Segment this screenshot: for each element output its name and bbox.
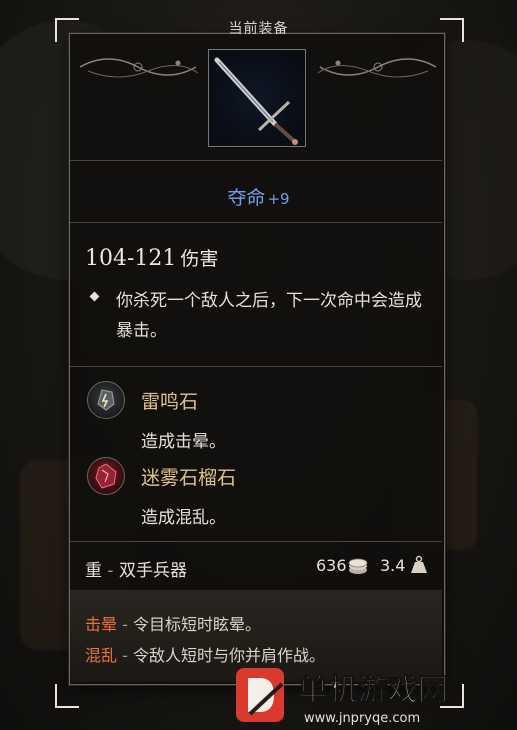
- item-weight: 3.4: [380, 556, 406, 575]
- item-name: 夺命 +9: [0, 183, 517, 210]
- thunder-stone-icon[interactable]: [87, 381, 125, 419]
- damage-range: 104-121: [85, 246, 177, 271]
- svg-text:www.jnpryqe.com: www.jnpryqe.com: [304, 711, 420, 726]
- garnet-icon[interactable]: [87, 457, 125, 495]
- divider: [70, 541, 442, 542]
- status-keyword-confusion[interactable]: 混乱: [85, 646, 117, 665]
- passive-effect-text: 你杀死一个敌人之后，下一次命中会造成暴击。: [116, 291, 422, 341]
- status-effect-1: 击晕 - 令目标短时眩晕。: [85, 615, 261, 634]
- rune-effect-1: 造成击晕。: [141, 432, 226, 452]
- svg-text:单机游戏网: 单机游戏网: [298, 673, 448, 708]
- weight-class: 重: [85, 561, 102, 581]
- watermark-logo: 单机游戏网 www.jnpryqe.com: [236, 668, 449, 726]
- item-name-text: 夺命: [227, 187, 266, 209]
- frame-corner-bottom-left: [55, 684, 79, 708]
- divider: [70, 160, 442, 161]
- status-keyword-stun[interactable]: 击晕: [85, 615, 117, 634]
- rune-name-2: 迷雾石榴石: [141, 467, 237, 489]
- divider: [70, 222, 442, 223]
- rune-effect-2: 造成混乱。: [141, 508, 226, 528]
- weapon-category: 双手兵器: [118, 561, 187, 581]
- ornament-right-icon: [317, 58, 437, 78]
- item-enchant: +9: [267, 190, 290, 208]
- item-image-frame[interactable]: [208, 49, 306, 147]
- coin-icon: [348, 558, 368, 574]
- weight-icon: [411, 555, 427, 573]
- divider: [70, 366, 442, 367]
- current-equipment-label: 当前装备: [228, 21, 289, 37]
- ornament-left-icon: [79, 58, 199, 78]
- status-description-stun: 令目标短时眩晕。: [132, 615, 261, 634]
- damage-unit: 伤害: [180, 248, 219, 270]
- item-price: 636: [316, 556, 347, 575]
- greatsword-icon: [214, 57, 298, 145]
- rune-name-1: 雷鸣石: [141, 391, 199, 413]
- damage-line: 104-121 伤害: [85, 244, 218, 271]
- weapon-type-line: 重 - 双手兵器: [85, 561, 187, 581]
